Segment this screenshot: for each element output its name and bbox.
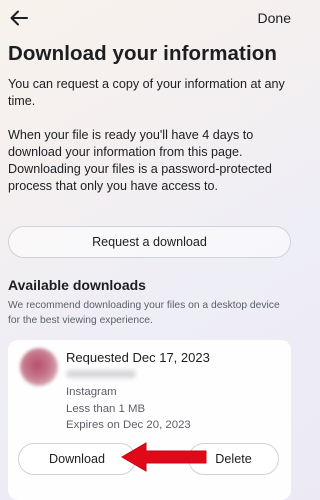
blurred-account-name bbox=[66, 370, 136, 378]
expiry-label: Expires on Dec 20, 2023 bbox=[66, 419, 191, 431]
platform-label: Instagram bbox=[66, 386, 117, 398]
available-downloads-subtitle: We recommend downloading your files on a… bbox=[8, 300, 280, 326]
top-bar: Done bbox=[0, 0, 299, 38]
avatar bbox=[20, 348, 58, 386]
page-title: Download your information bbox=[8, 42, 277, 65]
download-item-card: Requested Dec 17, 2023 Instagram Less th… bbox=[8, 340, 291, 500]
requested-date: Requested Dec 17, 2023 bbox=[66, 350, 210, 365]
arrow-left-icon[interactable] bbox=[8, 7, 30, 29]
available-downloads-heading: Available downloads bbox=[8, 277, 146, 293]
file-size-label: Less than 1 MB bbox=[66, 403, 146, 415]
download-button[interactable]: Download bbox=[18, 443, 136, 475]
request-download-button[interactable]: Request a download bbox=[8, 226, 291, 258]
intro-text: You can request a copy of your informati… bbox=[8, 77, 285, 108]
delete-button[interactable]: Delete bbox=[188, 443, 279, 475]
details-text: When your file is ready you'll have 4 da… bbox=[8, 128, 272, 193]
done-button[interactable]: Done bbox=[258, 10, 291, 26]
